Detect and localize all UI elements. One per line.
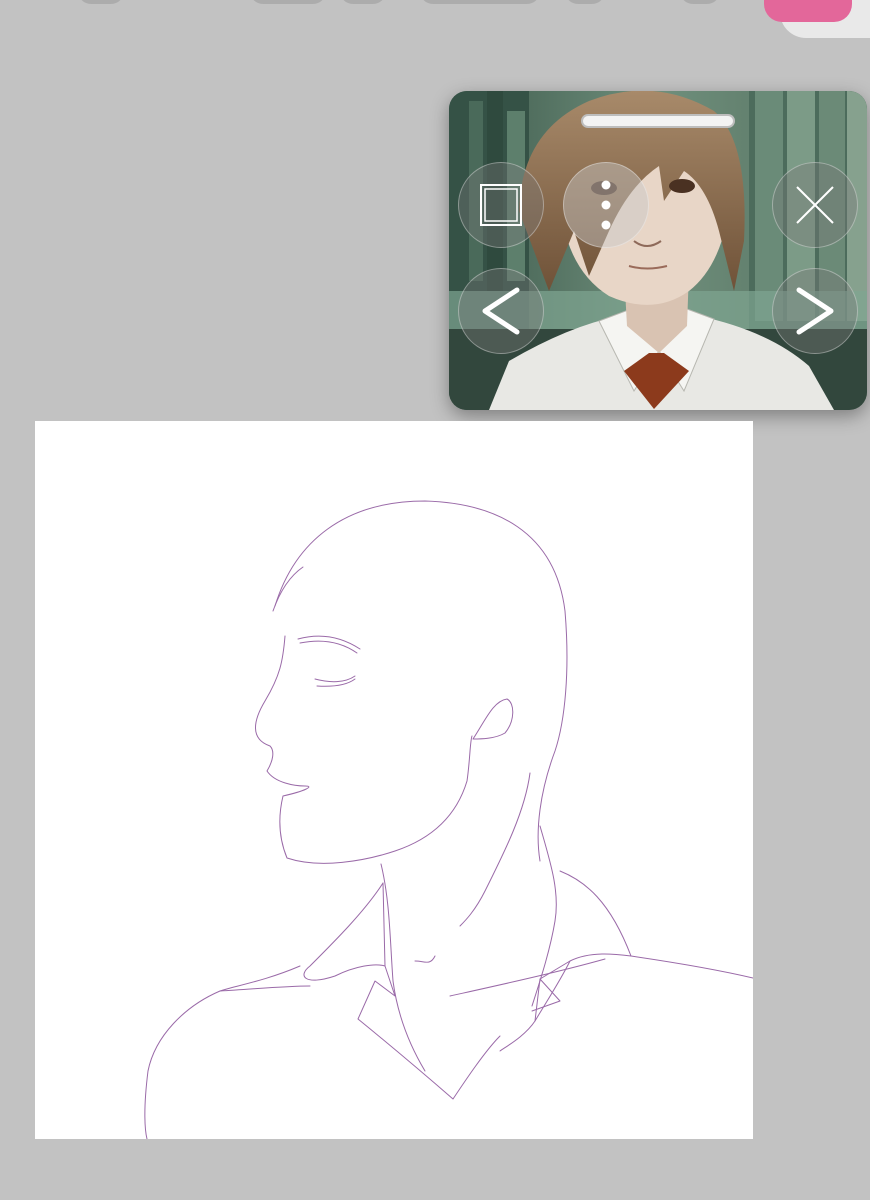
previous-button[interactable]	[458, 268, 544, 354]
window-mode-button[interactable]	[458, 162, 544, 248]
tool-icon[interactable]	[78, 0, 124, 4]
color-swatch[interactable]	[764, 0, 852, 22]
tool-icon[interactable]	[250, 0, 326, 4]
reference-image	[449, 91, 867, 410]
tool-icon[interactable]	[340, 0, 386, 4]
chevron-right-icon	[796, 287, 834, 335]
close-button[interactable]	[772, 162, 858, 248]
sketch-lines	[144, 500, 753, 1139]
tool-icon[interactable]	[565, 0, 605, 4]
tool-icon[interactable]	[420, 0, 540, 4]
close-icon	[796, 186, 834, 224]
top-toolbar	[0, 0, 870, 40]
reference-window[interactable]	[449, 91, 867, 410]
next-button[interactable]	[772, 268, 858, 354]
tool-icon[interactable]	[680, 0, 720, 4]
square-icon	[480, 184, 522, 226]
drawing-canvas[interactable]	[35, 421, 753, 1139]
chevron-left-icon	[482, 287, 520, 335]
drag-handle[interactable]	[581, 114, 735, 128]
more-vertical-icon	[601, 180, 611, 230]
menu-button[interactable]	[563, 162, 649, 248]
